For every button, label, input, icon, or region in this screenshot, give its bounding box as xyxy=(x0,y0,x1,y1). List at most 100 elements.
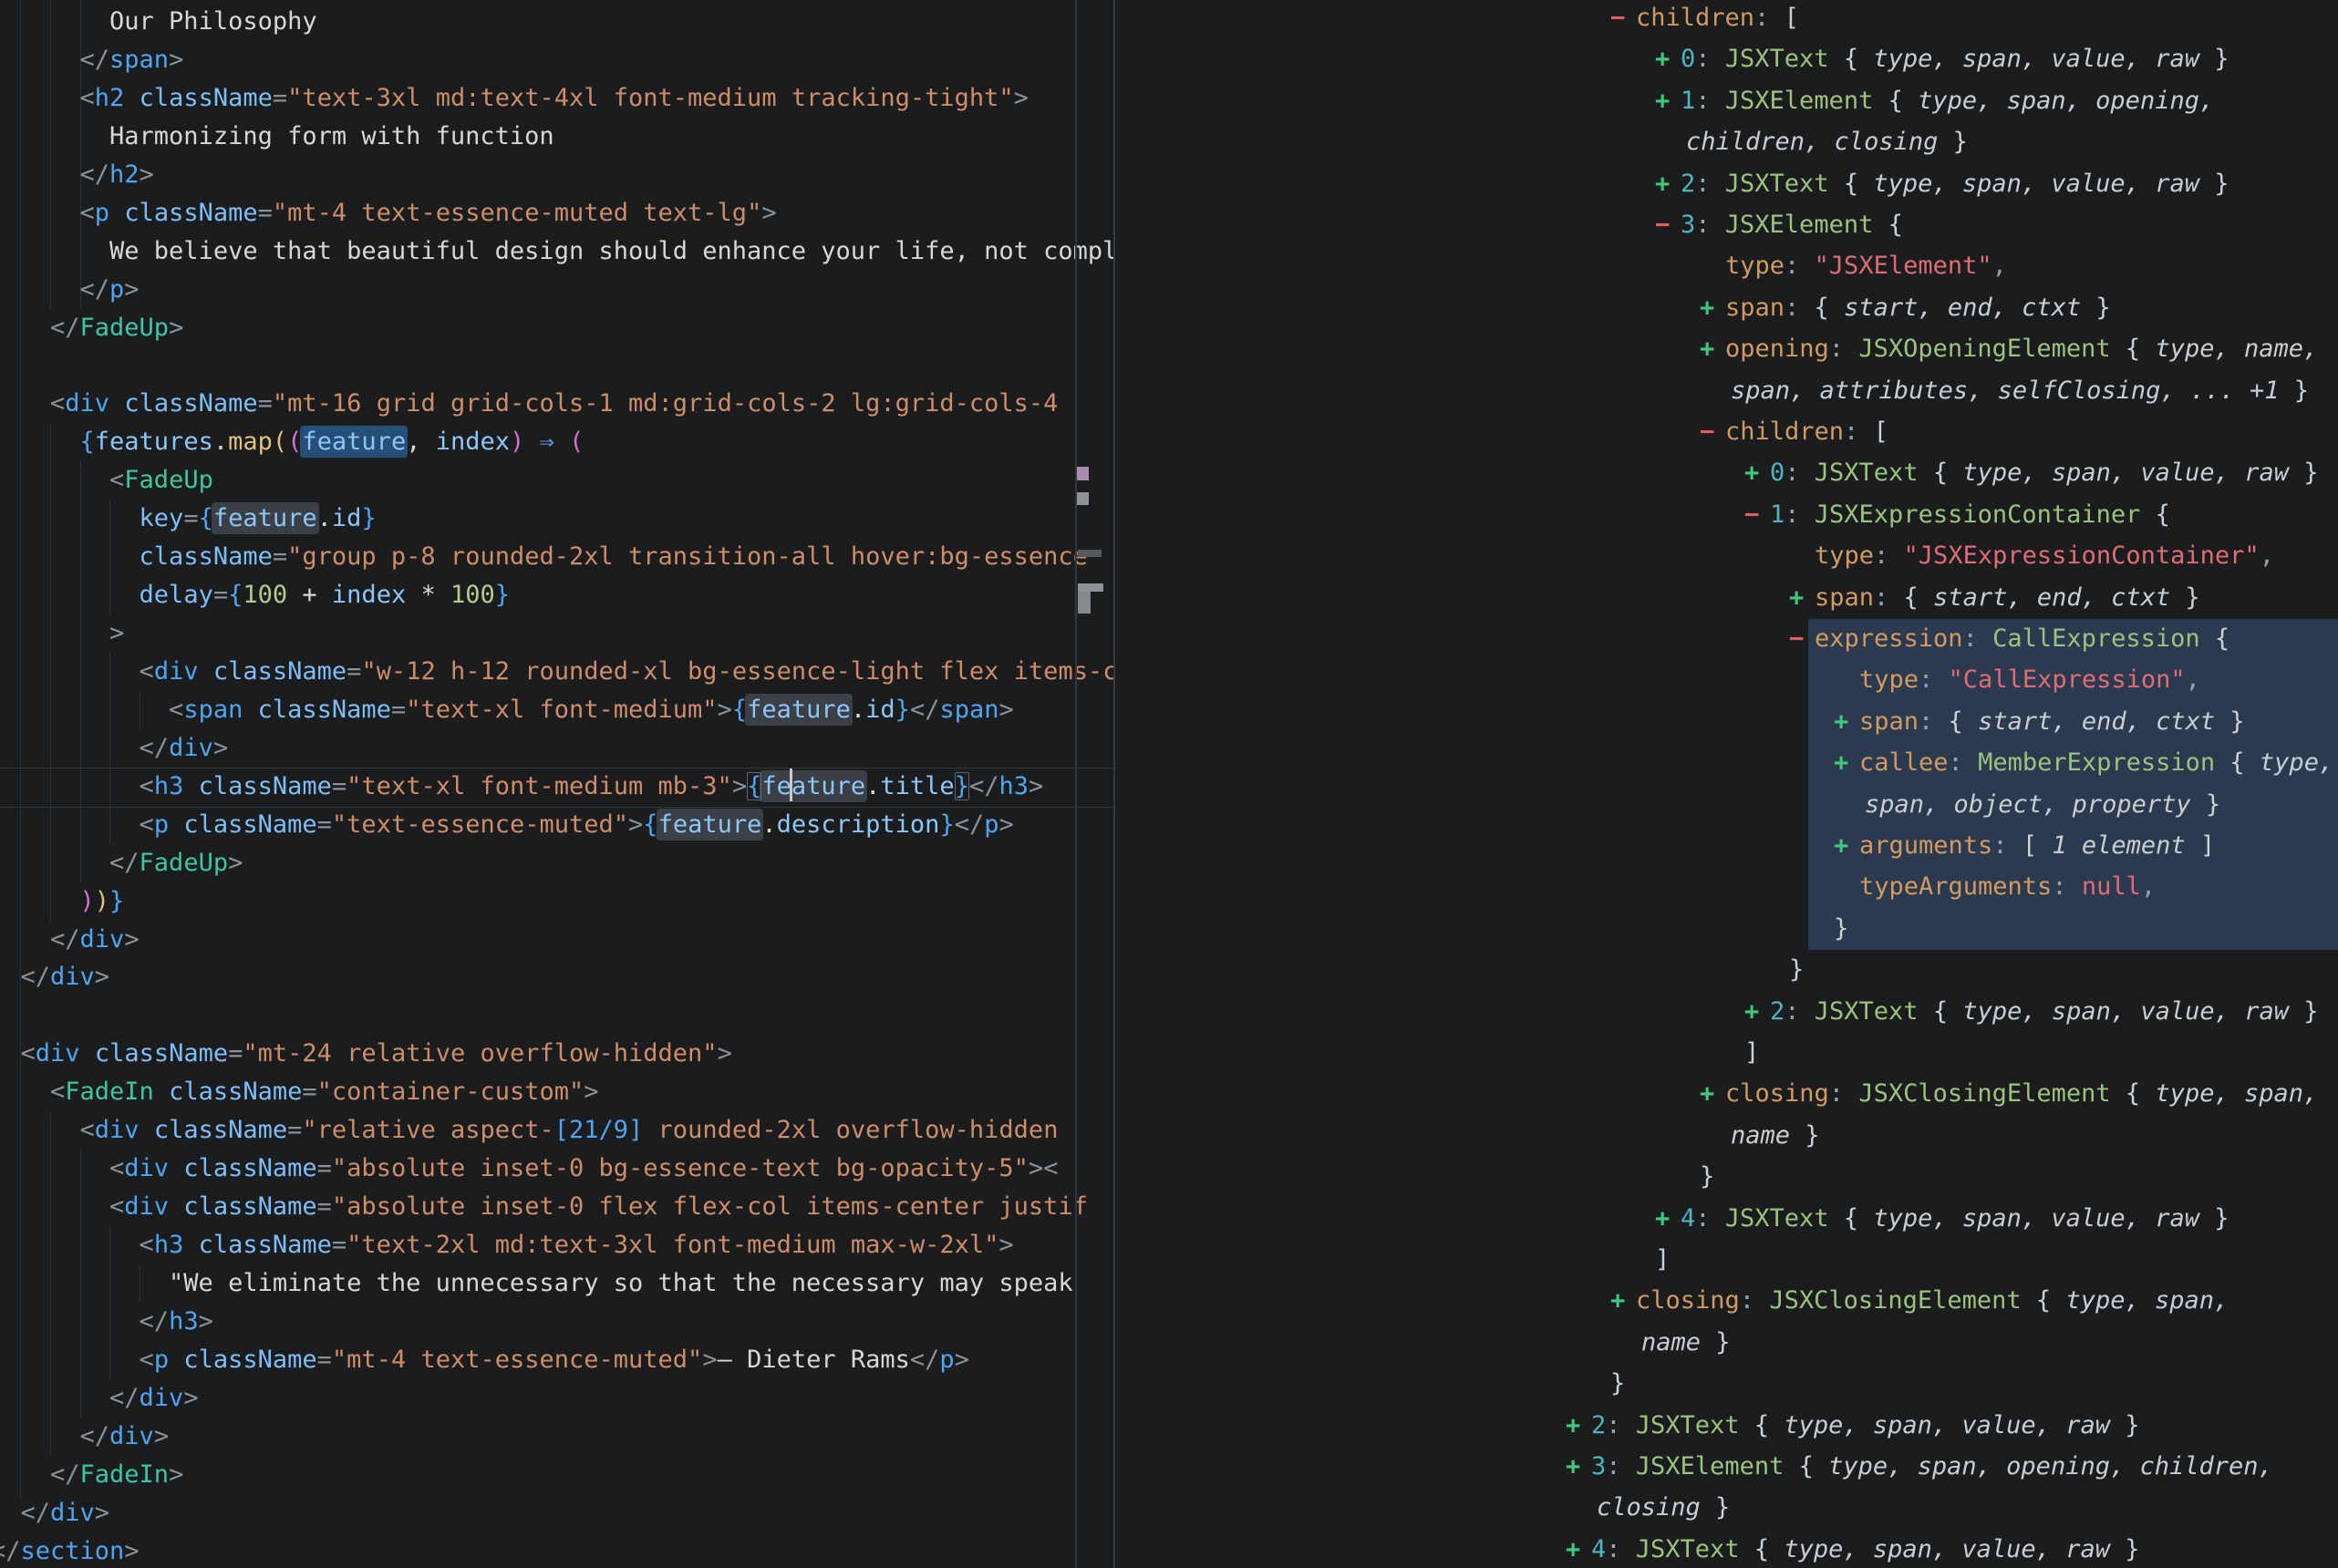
expand-toggle-icon[interactable]: + xyxy=(1744,452,1770,493)
collapse-toggle-icon[interactable]: − xyxy=(1610,0,1636,38)
code-line[interactable]: {features.map((feature, index) ⇒ ( xyxy=(0,423,1113,461)
code-line[interactable]: </section> xyxy=(0,1532,1113,1568)
ast-line[interactable]: +2: JSXText { type, span, value, raw } xyxy=(1655,163,2229,204)
ast-line[interactable]: +4: JSXText { type, span, value, raw } xyxy=(1566,1529,2139,1568)
ast-line[interactable]: children, closing } xyxy=(1686,121,1968,162)
expand-toggle-icon[interactable]: + xyxy=(1834,825,1859,866)
expand-toggle-icon[interactable]: + xyxy=(1744,991,1770,1032)
code-line[interactable]: </FadeIn> xyxy=(0,1456,1113,1494)
ast-line[interactable]: +4: JSXText { type, span, value, raw } xyxy=(1655,1198,2229,1239)
ast-line[interactable]: +opening: JSXOpeningElement { type, name… xyxy=(1700,328,2318,369)
ast-line[interactable]: +1: JSXElement { type, span, opening, xyxy=(1655,80,2214,121)
code-line[interactable] xyxy=(0,346,1113,385)
expand-toggle-icon[interactable]: + xyxy=(1700,328,1725,369)
code-line[interactable]: <p className="mt-4 text-essence-muted">–… xyxy=(0,1341,1113,1379)
ast-line[interactable]: +closing: JSXClosingElement { type, span… xyxy=(1610,1280,2229,1321)
code-line[interactable]: </FadeUp> xyxy=(0,309,1113,347)
code-line[interactable]: <h3 className="text-2xl md:text-3xl font… xyxy=(0,1226,1113,1264)
ast-line[interactable]: } xyxy=(1610,1363,1625,1404)
expand-toggle-icon[interactable]: + xyxy=(1834,742,1859,783)
ast-line[interactable]: +span: { start, end, ctxt } xyxy=(1789,577,2200,618)
ast-line[interactable]: −1: JSXExpressionContainer { xyxy=(1744,494,2170,535)
expand-toggle-icon[interactable]: + xyxy=(1566,1446,1591,1487)
code-line[interactable]: </FadeUp> xyxy=(0,844,1113,882)
code-line[interactable]: <div className="relative aspect-[21/9] r… xyxy=(0,1111,1113,1150)
expand-toggle-icon[interactable]: + xyxy=(1655,38,1681,79)
code-line[interactable]: className="group p-8 rounded-2xl transit… xyxy=(0,538,1113,576)
code-line[interactable]: delay={100 + index * 100} xyxy=(0,576,1113,614)
ast-line[interactable]: type: "JSXExpressionContainer", xyxy=(1815,535,2274,576)
expand-toggle-icon[interactable]: + xyxy=(1700,287,1725,328)
code-line[interactable]: <p className="text-essence-muted">{featu… xyxy=(0,806,1113,844)
ast-line[interactable]: span, object, property } xyxy=(1865,784,2220,825)
code-line[interactable]: </h2> xyxy=(0,156,1113,194)
code-line[interactable]: </div> xyxy=(0,921,1113,959)
ast-line[interactable]: } xyxy=(1834,908,1848,949)
collapse-toggle-icon[interactable]: − xyxy=(1744,494,1770,535)
expand-toggle-icon[interactable]: + xyxy=(1610,1280,1636,1321)
code-line[interactable]: <p className="mt-4 text-essence-muted te… xyxy=(0,194,1113,232)
ast-line[interactable]: +2: JSXText { type, span, value, raw } xyxy=(1566,1405,2139,1446)
code-line[interactable]: "We eliminate the unnecessary so that th… xyxy=(0,1264,1113,1303)
ast-line[interactable]: −expression: CallExpression { xyxy=(1789,618,2229,659)
code-line[interactable] xyxy=(0,996,1113,1035)
code-line[interactable]: </div> xyxy=(0,729,1113,768)
ast-line[interactable]: +callee: MemberExpression { type, xyxy=(1834,742,2333,783)
code-line[interactable]: <div className="mt-24 relative overflow-… xyxy=(0,1035,1113,1073)
ast-line[interactable]: +span: { start, end, ctxt } xyxy=(1834,701,2245,742)
ast-line[interactable]: name } xyxy=(1731,1115,1820,1156)
code-line[interactable]: <FadeUp xyxy=(0,461,1113,500)
expand-toggle-icon[interactable]: + xyxy=(1655,1198,1681,1239)
code-line[interactable]: Our Philosophy xyxy=(0,3,1113,41)
code-editor-pane[interactable]: Our Philosophy</span><h2 className="text… xyxy=(0,0,1113,1568)
code-line[interactable]: <FadeIn className="container-custom"> xyxy=(0,1073,1113,1111)
ast-line[interactable]: +closing: JSXClosingElement { type, span… xyxy=(1700,1073,2318,1114)
overview-ruler[interactable] xyxy=(1075,0,1113,1568)
code-line[interactable]: We believe that beautiful design should … xyxy=(0,232,1113,271)
ast-line[interactable]: type: "JSXElement", xyxy=(1725,245,2007,286)
code-line[interactable]: <h3 className="text-xl font-medium mb-3"… xyxy=(0,768,1113,806)
ast-line[interactable]: +0: JSXText { type, span, value, raw } xyxy=(1655,38,2229,79)
expand-toggle-icon[interactable]: + xyxy=(1655,80,1681,121)
code-line[interactable]: key={feature.id} xyxy=(0,500,1113,538)
expand-toggle-icon[interactable]: + xyxy=(1700,1073,1725,1114)
ast-line[interactable]: } xyxy=(1700,1156,1714,1197)
expand-toggle-icon[interactable]: + xyxy=(1566,1529,1591,1568)
code-line[interactable]: Harmonizing form with function xyxy=(0,118,1113,156)
ast-line[interactable]: name } xyxy=(1641,1322,1731,1363)
ast-tree-panel[interactable]: −children: [+0: JSXText { type, span, va… xyxy=(1115,0,2338,1568)
code-line[interactable]: </div> xyxy=(0,1494,1113,1532)
ast-line[interactable]: +2: JSXText { type, span, value, raw } xyxy=(1744,991,2318,1032)
code-line[interactable]: > xyxy=(0,614,1113,653)
ast-line[interactable]: +3: JSXElement { type, span, opening, ch… xyxy=(1566,1446,2273,1487)
code-line[interactable]: <div className="mt-16 grid grid-cols-1 m… xyxy=(0,385,1113,423)
collapse-toggle-icon[interactable]: − xyxy=(1789,618,1815,659)
code-line[interactable]: </div> xyxy=(0,1418,1113,1456)
ast-line[interactable]: ] xyxy=(1744,1032,1759,1073)
ast-line[interactable]: } xyxy=(1789,949,1804,990)
collapse-toggle-icon[interactable]: − xyxy=(1655,204,1681,245)
ast-line[interactable]: +0: JSXText { type, span, value, raw } xyxy=(1744,452,2318,493)
code-line[interactable]: <span className="text-xl font-medium">{f… xyxy=(0,691,1113,729)
code-line[interactable]: <h2 className="text-3xl md:text-4xl font… xyxy=(0,79,1113,118)
code-line[interactable]: <div className="absolute inset-0 bg-esse… xyxy=(0,1150,1113,1188)
ast-line[interactable]: +span: { start, end, ctxt } xyxy=(1700,287,2111,328)
code-line[interactable]: </div> xyxy=(0,958,1113,996)
code-line[interactable]: <div className="absolute inset-0 flex fl… xyxy=(0,1188,1113,1226)
code-line[interactable]: ))} xyxy=(0,882,1113,921)
ast-line[interactable]: typeArguments: null, xyxy=(1859,866,2156,907)
ast-line[interactable]: closing } xyxy=(1597,1487,1730,1528)
expand-toggle-icon[interactable]: + xyxy=(1566,1405,1591,1446)
ast-line[interactable]: −children: [ xyxy=(1700,411,1888,452)
code-line[interactable]: </span> xyxy=(0,41,1113,79)
code-line[interactable]: </div> xyxy=(0,1379,1113,1418)
ast-line[interactable]: ] xyxy=(1655,1239,1670,1280)
ast-line[interactable]: type: "CallExpression", xyxy=(1859,659,2200,700)
collapse-toggle-icon[interactable]: − xyxy=(1700,411,1725,452)
expand-toggle-icon[interactable]: + xyxy=(1789,577,1815,618)
expand-toggle-icon[interactable]: + xyxy=(1834,701,1859,742)
ast-line[interactable]: +arguments: [ 1 element ] xyxy=(1834,825,2215,866)
ast-line[interactable]: −children: [ xyxy=(1610,0,1799,38)
expand-toggle-icon[interactable]: + xyxy=(1655,163,1681,204)
code-line[interactable]: </h3> xyxy=(0,1303,1113,1341)
